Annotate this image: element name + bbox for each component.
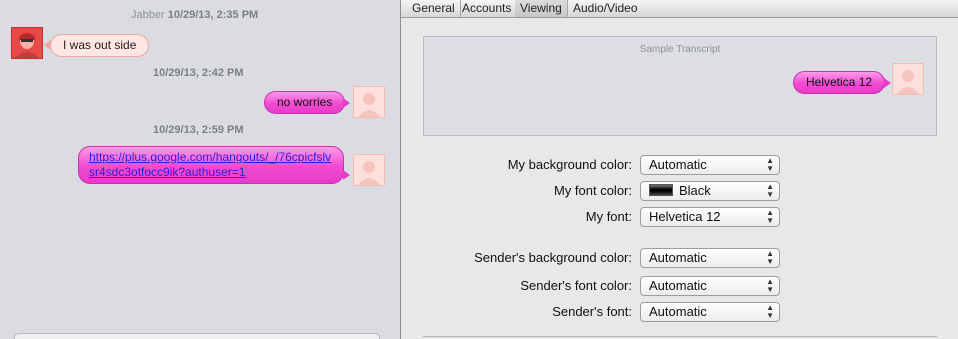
message-timestamp: 10/29/13, 2:59 PM (153, 124, 244, 136)
tab-general[interactable]: General (407, 0, 461, 17)
sample-bubble-tail (884, 78, 891, 88)
self-avatar-icon (892, 63, 924, 95)
my-font-color-label: My font color: (553, 183, 632, 198)
tab-accounts[interactable]: Accounts (457, 0, 518, 17)
outgoing-bubble-tail (343, 170, 350, 180)
popup-arrows-icon: ▲ ▼ (766, 303, 774, 320)
sample-message-bubble: Helvetica 12 (793, 71, 886, 94)
buddy-avatar-icon[interactable] (11, 27, 43, 59)
outgoing-message-bubble[interactable]: no worries (264, 91, 346, 114)
sample-transcript: Sample Transcript Helvetica 12 (423, 36, 937, 136)
message-input[interactable] (14, 333, 380, 339)
self-avatar-icon[interactable] (353, 154, 385, 186)
chat-header-name: Jabber (131, 9, 165, 21)
sender-font-color-popup[interactable]: Automatic ▲ ▼ (640, 276, 780, 296)
popup-arrows-icon: ▲ ▼ (766, 277, 774, 294)
preferences-window: General Accounts Viewing Audio/Video Sam… (400, 0, 958, 339)
sender-background-color-popup[interactable]: Automatic ▲ ▼ (640, 248, 780, 268)
sender-font-color-label: Sender's font color: (520, 278, 632, 293)
popup-arrows-icon: ▲ ▼ (766, 182, 774, 199)
my-background-color-label: My background color: (507, 157, 632, 172)
divider (423, 336, 937, 337)
my-font-color-popup[interactable]: Black ▲ ▼ (640, 181, 780, 201)
outgoing-bubble-tail (343, 98, 350, 108)
chat-header: Jabber 10/29/13, 2:35 PM (131, 9, 258, 21)
tab-audio-video[interactable]: Audio/Video (568, 0, 643, 17)
outgoing-link-bubble[interactable]: https://plus.google.com/hangouts/_/76cpi… (78, 146, 344, 184)
sample-message-text: Helvetica 12 (806, 75, 873, 89)
message-text: no worries (277, 95, 333, 109)
my-background-color-popup[interactable]: Automatic ▲ ▼ (640, 155, 780, 175)
incoming-message-bubble[interactable]: I was out side (50, 34, 150, 57)
chat-transcript: Jabber 10/29/13, 2:35 PM I was out side … (0, 0, 400, 339)
sender-background-color-label: Sender's background color: (474, 250, 632, 265)
my-font-popup[interactable]: Helvetica 12 ▲ ▼ (640, 207, 780, 227)
message-timestamp: 10/29/13, 2:42 PM (153, 67, 244, 79)
my-font-label: My font: (585, 209, 632, 224)
tab-viewing[interactable]: Viewing (515, 0, 568, 17)
popup-arrows-icon: ▲ ▼ (766, 208, 774, 225)
chat-header-time: 10/29/13, 2:35 PM (167, 9, 259, 21)
sample-transcript-title: Sample Transcript (639, 44, 721, 55)
popup-arrows-icon: ▲ ▼ (766, 156, 774, 173)
self-avatar-icon[interactable] (353, 86, 385, 118)
sender-font-popup[interactable]: Automatic ▲ ▼ (640, 302, 780, 322)
sender-font-label: Sender's font: (552, 304, 632, 319)
message-text: I was out side (63, 38, 137, 52)
hangouts-link-continued[interactable]: sr4sdc3otfocc9ik?authuser=1 (89, 165, 245, 179)
color-swatch-icon (649, 184, 673, 196)
preferences-tabbar: General Accounts Viewing Audio/Video (401, 0, 958, 18)
popup-arrows-icon: ▲ ▼ (766, 249, 774, 266)
hangouts-link[interactable]: https://plus.google.com/hangouts/_/76cpi… (89, 150, 331, 164)
